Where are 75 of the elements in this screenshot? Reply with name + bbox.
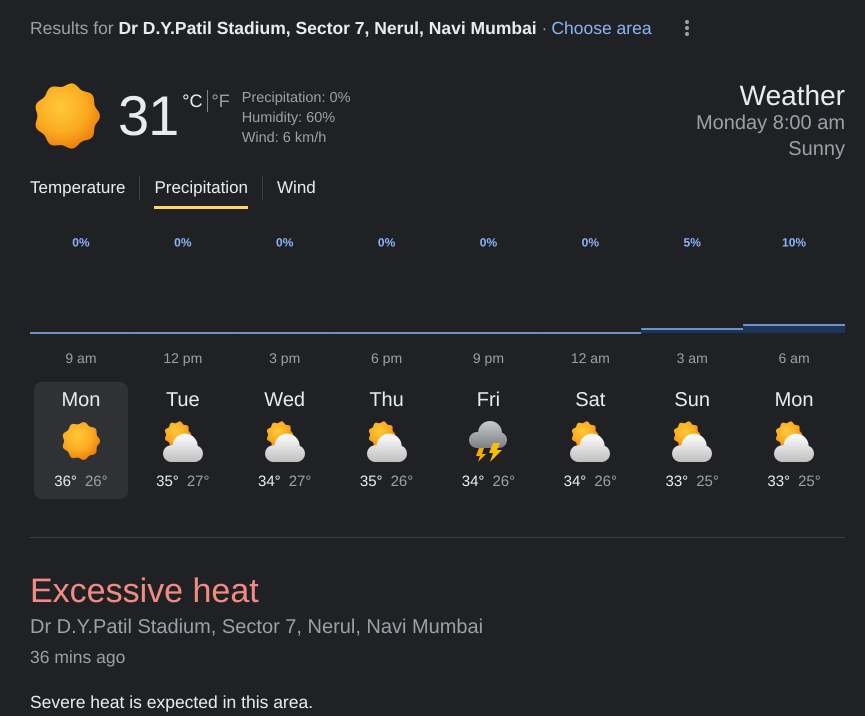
weather-condition: Sunny [788, 137, 845, 162]
value-label: 10% [782, 236, 806, 250]
value-label: 0% [378, 236, 396, 250]
time-label: 3 pm [269, 350, 300, 366]
low-temperature: 25° [798, 472, 821, 492]
day-name: Mon [61, 388, 100, 412]
time-label: 9 am [65, 350, 96, 366]
day-forecast[interactable]: Wed 34° 27° [238, 382, 332, 499]
low-temperature: 25° [696, 472, 719, 492]
low-temperature: 26° [84, 472, 108, 492]
day-name: Tue [166, 388, 200, 412]
tab[interactable]: Wind [277, 170, 316, 209]
day-forecast[interactable]: Tue 35° 27° [136, 382, 230, 499]
current-temperature: 31 [118, 88, 178, 144]
time-label: 9 pm [472, 350, 504, 366]
high-temperature: 34° [462, 472, 484, 492]
storm-cloud-icon [467, 420, 510, 462]
time-label: 3 am [676, 350, 708, 366]
high-temperature: 36° [54, 472, 77, 492]
day-name: Sun [674, 388, 710, 412]
day-forecast[interactable]: Sat 34° 26° [543, 382, 638, 499]
tab[interactable]: Temperature [30, 170, 126, 209]
sun-behind-cloud-icon [366, 420, 408, 462]
day-forecast[interactable]: Sun 33° 25° [645, 382, 740, 499]
low-temperature: 26° [492, 472, 516, 492]
time-label: 6 am [778, 350, 810, 366]
value-label: 0% [174, 236, 192, 250]
forecast-time: Monday 8:00 am [696, 111, 845, 136]
day-name: Mon [774, 388, 814, 412]
sun-behind-cloud-icon [773, 420, 816, 462]
unit-toggle[interactable]: °C [182, 90, 202, 112]
day-forecast[interactable]: Fri 34° 26° [442, 382, 536, 499]
weather-detail: Humidity: 60% [242, 109, 336, 128]
choose-area-link[interactable]: Choose area [551, 18, 652, 38]
day-name: Wed [264, 388, 306, 412]
day-forecast[interactable]: Mon 33° 25° [747, 382, 841, 499]
alert-location: Dr D.Y.Patil Stadium, Sector 7, Nerul, Navi Mumbai [30, 615, 484, 639]
sun-behind-cloud-icon [162, 420, 204, 462]
value-label: 0% [582, 236, 599, 250]
day-forecast[interactable]: Thu 35° 26° [340, 382, 434, 499]
alert-time: 36 mins ago [30, 647, 126, 667]
weather-detail: Precipitation: 0% [242, 89, 351, 108]
time-label: 6 pm [371, 350, 402, 366]
value-label: 5% [684, 236, 701, 250]
low-temperature: 26° [390, 472, 414, 492]
low-temperature: 27° [288, 472, 312, 492]
day-name: Fri [476, 388, 500, 412]
value-label: 0% [72, 236, 90, 250]
sun-icon [34, 83, 100, 149]
time-label: 12 pm [163, 350, 202, 366]
day-name: Thu [369, 388, 404, 412]
day-name: Sat [575, 388, 606, 412]
alert-description: Severe heat is expected in this area. [30, 692, 314, 712]
high-temperature: 35° [360, 472, 383, 492]
sun-behind-cloud-icon [264, 420, 306, 462]
time-label: 12 am [570, 350, 610, 366]
value-label: 0% [276, 236, 294, 250]
low-temperature: 27° [186, 472, 210, 492]
high-temperature: 35° [156, 472, 179, 492]
day-forecast[interactable]: Mon 36° 26° [34, 382, 128, 499]
high-temperature: 33° [767, 472, 790, 492]
weather-title: Weather [740, 82, 845, 110]
weather-detail: Wind: 6 km/h [242, 129, 328, 148]
sun-behind-cloud-icon [671, 420, 714, 462]
high-temperature: 33° [666, 472, 688, 492]
sun-behind-cloud-icon [569, 420, 612, 462]
unit-toggle[interactable]: °F [212, 90, 230, 112]
high-temperature: 34° [564, 472, 586, 492]
high-temperature: 34° [258, 472, 281, 492]
tab[interactable]: Precipitation [154, 170, 248, 209]
more-options-icon[interactable] [684, 20, 689, 36]
value-label: 0% [480, 236, 498, 250]
results-heading: Results for Dr D.Y.Patil Stadium, Sector 7, Nerul, Navi Mumbai · Choose area [30, 18, 652, 38]
low-temperature: 26° [594, 472, 617, 492]
alert-title: Excessive heat [30, 573, 260, 609]
